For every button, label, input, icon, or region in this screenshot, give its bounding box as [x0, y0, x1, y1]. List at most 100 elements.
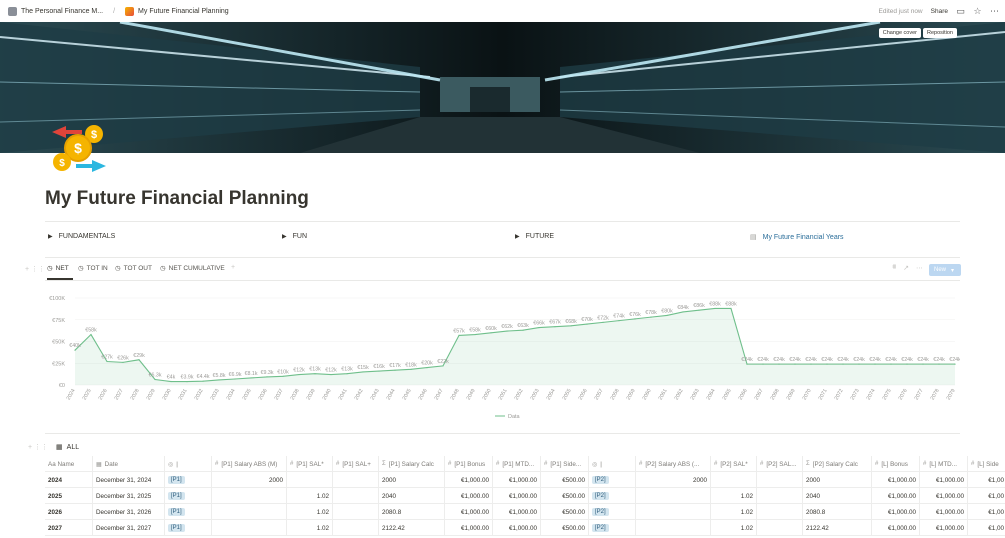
- table-cell[interactable]: 1.02: [710, 504, 756, 520]
- table-cell[interactable]: [756, 504, 802, 520]
- table-cell[interactable]: €500.00: [540, 504, 588, 520]
- table-cell[interactable]: December 31, 2024: [92, 472, 164, 488]
- table-cell[interactable]: €1,000.00: [871, 520, 919, 536]
- column-header[interactable]: # [P1] Salary ABS (M): [211, 456, 286, 472]
- table-cell[interactable]: 2000: [802, 472, 871, 488]
- table-cell[interactable]: €1,000.00: [492, 472, 540, 488]
- table-cell[interactable]: €1,000.00: [871, 504, 919, 520]
- relation-tag[interactable]: [P2]: [592, 524, 609, 532]
- table-cell[interactable]: 2080.8: [378, 504, 444, 520]
- column-header[interactable]: # [L] Side: [967, 456, 1005, 472]
- breadcrumb-current[interactable]: My Future Financial Planning: [138, 8, 229, 15]
- column-header[interactable]: # [P2] SAL...: [756, 456, 802, 472]
- table-row[interactable]: 2026 December 31, 2026 [P1] 1.02 2080.8 €1,00…: [45, 504, 1005, 520]
- toggle-fundamentals[interactable]: ▶ FUNDAMENTALS: [48, 233, 115, 240]
- comment-icon[interactable]: ▭: [956, 6, 965, 16]
- add-block-icon[interactable]: + ⋮⋮: [25, 265, 45, 273]
- table-cell[interactable]: €500.00: [540, 488, 588, 504]
- column-header[interactable]: # [P2] SAL*: [710, 456, 756, 472]
- table-cell[interactable]: €1,000.00: [871, 472, 919, 488]
- table-cell[interactable]: €1,00: [967, 488, 1005, 504]
- change-cover-button[interactable]: Change cover: [878, 28, 921, 38]
- table-cell[interactable]: €1,000.00: [919, 504, 967, 520]
- table-cell[interactable]: 2027: [45, 520, 92, 536]
- column-header[interactable]: # [P1] Side...: [540, 456, 588, 472]
- table-cell[interactable]: [332, 520, 378, 536]
- table-cell[interactable]: €1,00: [967, 472, 1005, 488]
- table-cell[interactable]: [211, 488, 286, 504]
- table-row[interactable]: 2025 December 31, 2025 [P1] 1.02 2040 €1,000.…: [45, 488, 1005, 504]
- column-header[interactable]: ◎ |: [164, 456, 211, 472]
- link-financial-years[interactable]: ▤ My Future Financial Years: [750, 233, 844, 242]
- table-cell[interactable]: [P2]: [588, 472, 635, 488]
- table-cell[interactable]: [710, 472, 756, 488]
- add-block-icon[interactable]: + ⋮⋮: [28, 443, 48, 451]
- relation-tag[interactable]: [P1]: [168, 524, 185, 532]
- relation-tag[interactable]: [P2]: [592, 508, 609, 516]
- table-cell[interactable]: December 31, 2026: [92, 504, 164, 520]
- table-cell[interactable]: [P1]: [164, 520, 211, 536]
- toggle-fun[interactable]: ▶ FUN: [282, 233, 307, 240]
- table-cell[interactable]: [P2]: [588, 504, 635, 520]
- table-cell[interactable]: €1,000.00: [919, 520, 967, 536]
- table-cell[interactable]: €1,000.00: [492, 520, 540, 536]
- table-cell[interactable]: €1,000.00: [444, 488, 492, 504]
- filter-icon[interactable]: ⩩: [892, 264, 896, 272]
- column-header[interactable]: ▦ Date: [92, 456, 164, 472]
- table-cell[interactable]: [P1]: [164, 504, 211, 520]
- table-cell[interactable]: December 31, 2027: [92, 520, 164, 536]
- column-header[interactable]: # [P2] Salary ABS (...: [635, 456, 710, 472]
- relation-tag[interactable]: [P1]: [168, 476, 185, 484]
- table-cell[interactable]: [211, 504, 286, 520]
- column-header[interactable]: # [P1] SAL+: [332, 456, 378, 472]
- table-cell[interactable]: 2080.8: [802, 504, 871, 520]
- table-cell[interactable]: 2000: [635, 472, 710, 488]
- table-cell[interactable]: [756, 520, 802, 536]
- money-exchange-icon[interactable]: $ $ $: [48, 124, 108, 176]
- table-cell[interactable]: 2026: [45, 504, 92, 520]
- table-cell[interactable]: [286, 472, 332, 488]
- table-cell[interactable]: [211, 520, 286, 536]
- table-cell[interactable]: €1,000.00: [871, 488, 919, 504]
- table-cell[interactable]: 1.02: [286, 488, 332, 504]
- table-cell[interactable]: [635, 488, 710, 504]
- table-row[interactable]: 2024 December 31, 2024 [P1] 2000 2000 €1,000.…: [45, 472, 1005, 488]
- share-button[interactable]: Share: [931, 8, 948, 15]
- column-header[interactable]: # [P1] MTD...: [492, 456, 540, 472]
- reposition-button[interactable]: Reposition: [923, 28, 957, 38]
- table-cell[interactable]: €1,000.00: [919, 488, 967, 504]
- toggle-future[interactable]: ▶ FUTURE: [515, 233, 554, 240]
- column-header[interactable]: # [L] Bonus: [871, 456, 919, 472]
- tab-tot-out[interactable]: ◷ TOT OUT: [115, 264, 152, 273]
- table-row[interactable]: 2027 December 31, 2027 [P1] 1.02 2122.42 €1,0…: [45, 520, 1005, 536]
- table-cell[interactable]: 2024: [45, 472, 92, 488]
- column-header[interactable]: Aa Name: [45, 456, 92, 472]
- more-icon[interactable]: ⋯: [916, 264, 923, 272]
- table-cell[interactable]: 2025: [45, 488, 92, 504]
- table-cell[interactable]: €1,00: [967, 520, 1005, 536]
- new-button[interactable]: New ▾: [929, 264, 961, 276]
- table-cell[interactable]: [P1]: [164, 488, 211, 504]
- table-cell[interactable]: 1.02: [286, 504, 332, 520]
- table-cell[interactable]: 1.02: [286, 520, 332, 536]
- column-header[interactable]: Σ [P2] Salary Calc: [802, 456, 871, 472]
- table-cell[interactable]: 2122.42: [378, 520, 444, 536]
- table-cell[interactable]: €1,000.00: [444, 504, 492, 520]
- table-cell[interactable]: [756, 472, 802, 488]
- column-header[interactable]: # [P1] SAL*: [286, 456, 332, 472]
- add-view-icon[interactable]: +: [231, 264, 235, 271]
- table-cell[interactable]: €500.00: [540, 520, 588, 536]
- table-cell[interactable]: [756, 488, 802, 504]
- relation-tag[interactable]: [P1]: [168, 492, 185, 500]
- column-header[interactable]: ◎ |: [588, 456, 635, 472]
- star-icon[interactable]: ☆: [973, 6, 982, 16]
- table-cell[interactable]: 1.02: [710, 520, 756, 536]
- table-cell[interactable]: 2040: [802, 488, 871, 504]
- table-cell[interactable]: [P2]: [588, 520, 635, 536]
- table-cell[interactable]: €1,000.00: [492, 504, 540, 520]
- relation-tag[interactable]: [P2]: [592, 476, 609, 484]
- tab-net[interactable]: ◷ NET: [47, 264, 69, 273]
- tab-tot-in[interactable]: ◷ TOT IN: [78, 264, 108, 273]
- table-cell[interactable]: 2000: [378, 472, 444, 488]
- column-header[interactable]: # [P1] Bonus: [444, 456, 492, 472]
